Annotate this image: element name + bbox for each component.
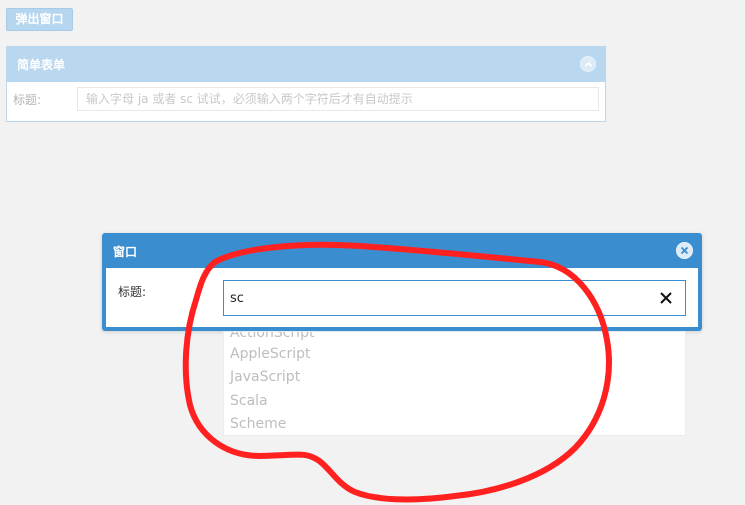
autocomplete-list: ActionScript AppleScript JavaScript Scal… xyxy=(223,331,686,436)
simple-form-panel: 简单表单 标题: xyxy=(6,46,606,122)
window-body: 标题: xyxy=(106,268,698,327)
close-icon[interactable] xyxy=(676,242,693,259)
window-title-input[interactable] xyxy=(224,281,644,315)
simple-form-header: 简单表单 xyxy=(7,47,605,82)
autocomplete-item[interactable]: Scala xyxy=(230,393,268,415)
clear-icon[interactable] xyxy=(659,291,673,305)
window-header: 窗口 xyxy=(102,233,702,268)
autocomplete-item[interactable]: ActionScript xyxy=(230,332,314,347)
autocomplete-item[interactable]: Scheme xyxy=(230,416,286,435)
window-title-input-box xyxy=(223,280,686,316)
autocomplete-item[interactable]: JavaScript xyxy=(230,369,300,391)
title-field-label: 标题: xyxy=(13,93,42,107)
chevron-up-icon[interactable] xyxy=(580,56,596,72)
popup-window-button[interactable]: 弹出窗口 xyxy=(6,8,73,31)
simple-form-title: 简单表单 xyxy=(17,58,66,72)
simple-form-row: 标题: xyxy=(7,82,605,122)
window-title: 窗口 xyxy=(113,245,138,259)
title-input[interactable] xyxy=(77,87,599,111)
window-dialog: 窗口 标题: xyxy=(102,233,702,331)
autocomplete-item[interactable]: AppleScript xyxy=(230,346,310,368)
window-title-field-label: 标题: xyxy=(118,285,147,299)
